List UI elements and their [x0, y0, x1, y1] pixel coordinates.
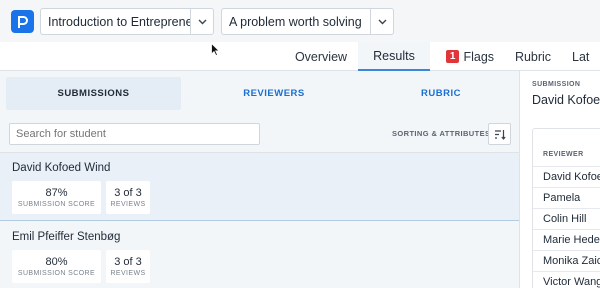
tab-rubric[interactable]: Rubric	[505, 42, 561, 71]
subtab-reviewers[interactable]: REVIEWERS	[188, 77, 360, 110]
submission-score-label: SUBMISSION SCORE	[17, 201, 96, 208]
chevron-down-icon[interactable]	[190, 9, 213, 34]
student-search-input[interactable]	[9, 123, 260, 145]
submission-score-value: 80%	[45, 256, 68, 268]
submissions-panel: SUBMISSIONS REVIEWERS RUBRIC SORTING & A…	[0, 71, 519, 288]
reviews-label: REVIEWS	[110, 270, 146, 277]
submission-score-box: 87% SUBMISSION SCORE	[12, 181, 101, 214]
top-bar: Introduction to Entrepreneu... A problem…	[0, 0, 600, 42]
reviewer-row[interactable]: Colin Hill	[533, 208, 600, 229]
chevron-down-icon[interactable]	[370, 9, 393, 34]
assignment-select-value: A problem worth solving	[229, 14, 362, 29]
submission-label: SUBMISSION	[532, 81, 581, 88]
course-select[interactable]: Introduction to Entrepreneu...	[40, 8, 214, 35]
reviewer-column-header: REVIEWER	[543, 151, 584, 158]
reviewers-table: REVIEWER David Kofoe Pamela Colin Hill M…	[532, 128, 600, 288]
submission-card[interactable]: Emil Pfeiffer Stenbøg 80% SUBMISSION SCO…	[0, 222, 519, 288]
reviewer-row[interactable]: Pamela	[533, 187, 600, 208]
sorting-attributes-label: SORTING & ATTRIBUTES	[392, 129, 491, 138]
logo-p-icon	[18, 15, 28, 28]
tab-flags-label: Flags	[463, 49, 495, 64]
reviews-box: 3 of 3 REVIEWS	[106, 250, 150, 283]
reviews-label: REVIEWS	[110, 201, 146, 208]
reviews-value: 3 of 3	[114, 256, 142, 268]
student-name: Emil Pfeiffer Stenbøg	[12, 231, 121, 243]
tab-overview[interactable]: Overview	[285, 42, 357, 71]
submission-score-label: SUBMISSION SCORE	[17, 270, 96, 277]
submission-score-box: 80% SUBMISSION SCORE	[12, 250, 101, 283]
main-tabs: Overview Results 1 Flags Rubric Lat	[0, 42, 600, 71]
submission-score-value: 87%	[45, 187, 68, 199]
reviews-value: 3 of 3	[114, 187, 142, 199]
tab-results[interactable]: Results	[358, 42, 430, 71]
reviewer-row[interactable]: Victor Wang	[533, 271, 600, 288]
app-logo[interactable]	[11, 10, 34, 33]
reviewer-row[interactable]: David Kofoe	[533, 166, 600, 187]
tab-flags[interactable]: 1 Flags	[440, 42, 500, 71]
sort-icon	[494, 129, 506, 140]
subtab-submissions[interactable]: SUBMISSIONS	[6, 77, 181, 110]
flags-count-badge: 1	[445, 50, 460, 63]
sort-button[interactable]	[488, 123, 511, 145]
sub-tabs: SUBMISSIONS REVIEWERS RUBRIC	[0, 71, 519, 115]
course-select-value: Introduction to Entrepreneu...	[48, 14, 190, 29]
submission-title: David Kofoed	[532, 93, 600, 107]
subtab-rubric[interactable]: RUBRIC	[360, 77, 522, 110]
assignment-select[interactable]: A problem worth solving	[221, 8, 394, 35]
reviewer-row[interactable]: Monika Zaic	[533, 250, 600, 271]
student-name: David Kofoed Wind	[12, 162, 111, 174]
mouse-cursor-icon	[211, 43, 220, 56]
submission-detail-panel: SUBMISSION David Kofoed REVIEWER David K…	[520, 71, 600, 288]
tab-latest[interactable]: Lat	[572, 42, 600, 71]
submission-card-selected[interactable]: David Kofoed Wind 87% SUBMISSION SCORE 3…	[0, 152, 519, 221]
reviewer-row[interactable]: Marie Heder	[533, 229, 600, 250]
reviews-box: 3 of 3 REVIEWS	[106, 181, 150, 214]
